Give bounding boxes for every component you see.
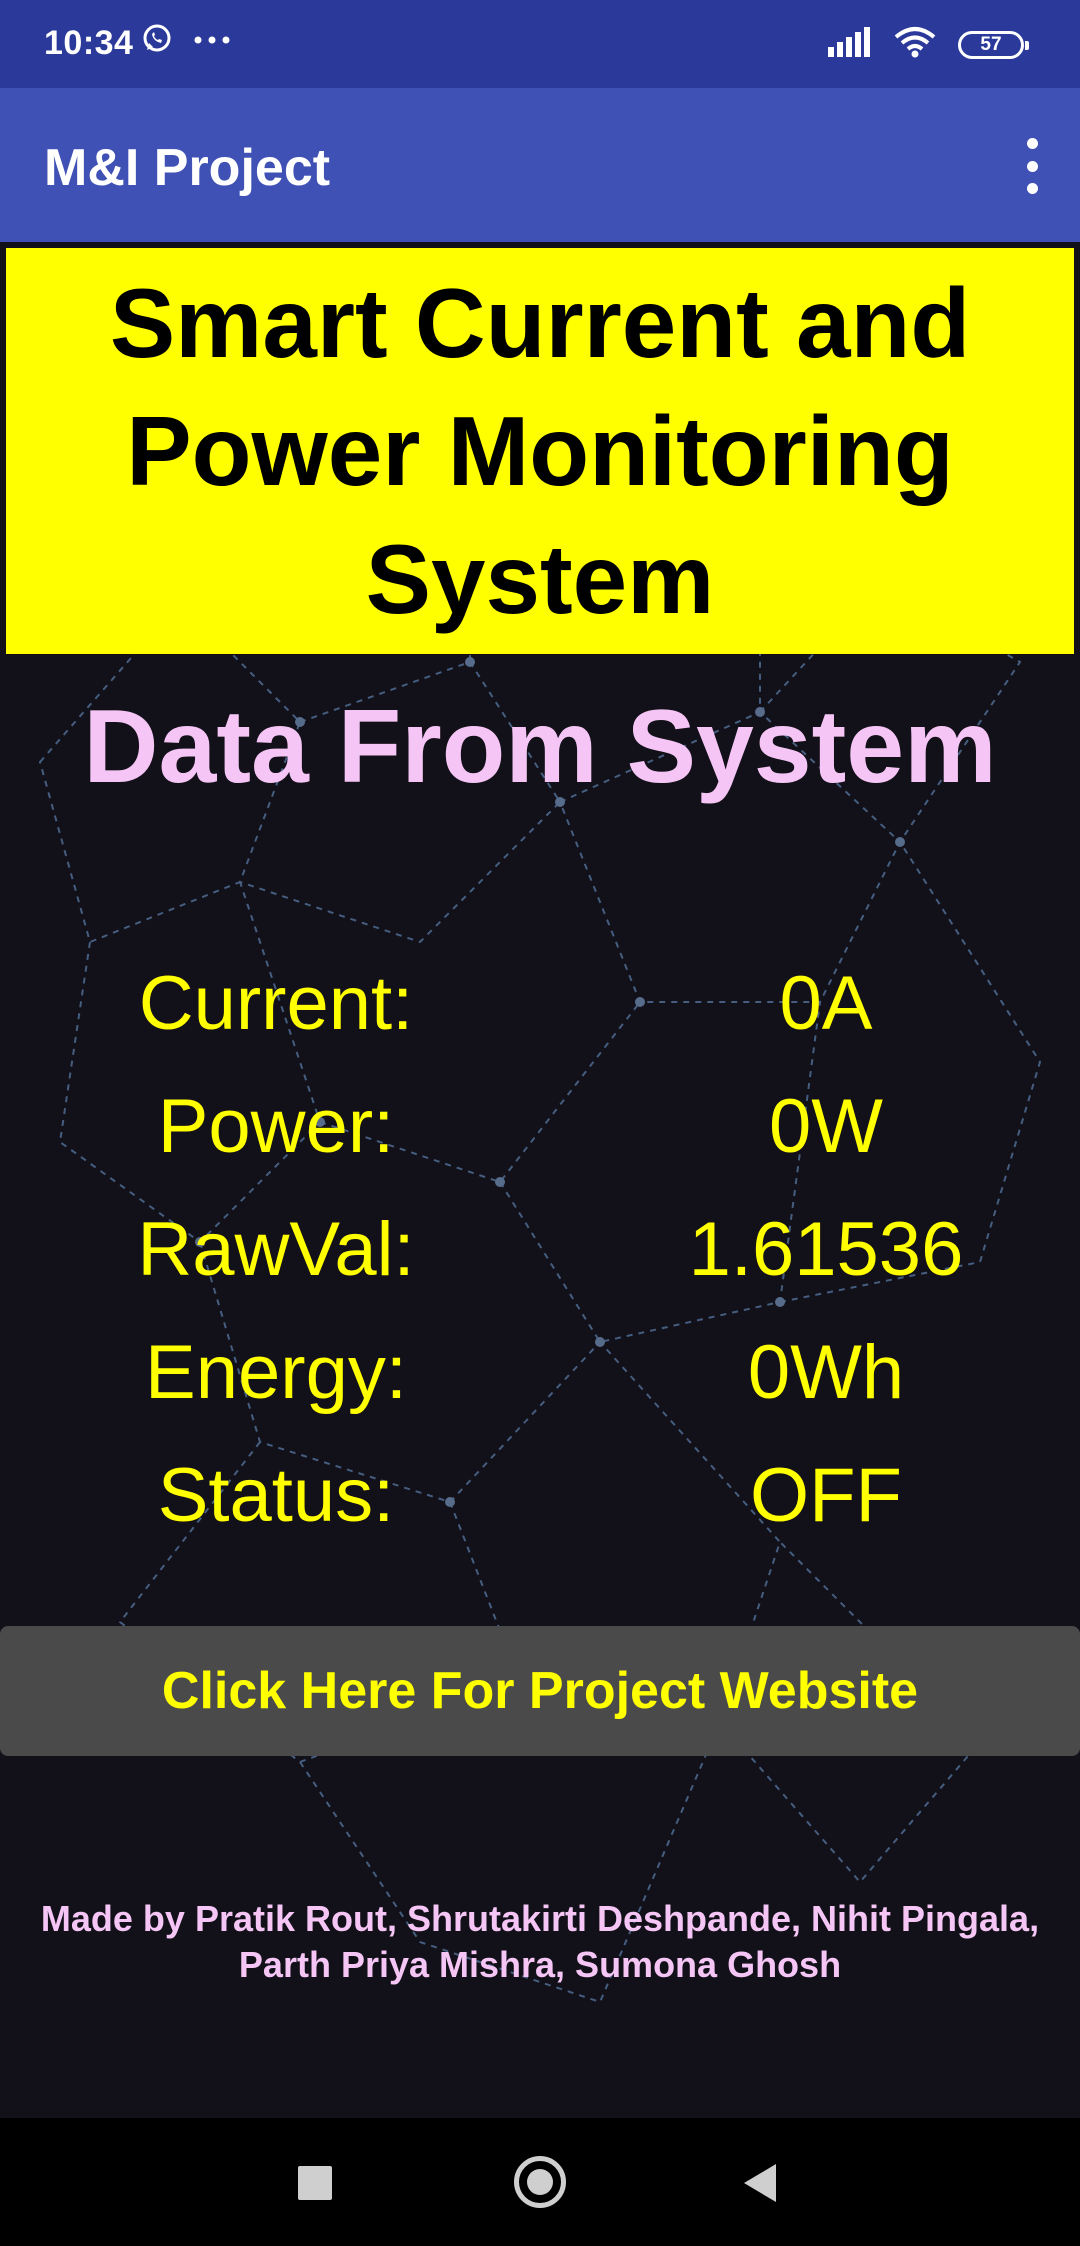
reading-row-status: Status: OFF xyxy=(0,1452,1080,1575)
app-title: M&I Project xyxy=(44,139,331,197)
more-dots-icon xyxy=(192,33,232,51)
reading-row-current: Current: 0A xyxy=(0,960,1080,1083)
readings-list: Current: 0A Power: 0W RawVal: 1.61536 En… xyxy=(0,960,1080,1575)
credits-text: Made by Pratik Rout, Shrutakirti Deshpan… xyxy=(40,1898,1040,1985)
reading-value: 0Wh xyxy=(747,1330,905,1415)
wifi-icon xyxy=(894,26,936,63)
whatsapp-icon xyxy=(140,22,174,61)
reading-row-energy: Energy: 0Wh xyxy=(0,1329,1080,1452)
reading-value: 0A xyxy=(779,961,873,1046)
overflow-menu-icon[interactable] xyxy=(1012,138,1052,194)
reading-label: Status: xyxy=(157,1453,395,1538)
reading-row-rawval: RawVal: 1.61536 xyxy=(0,1206,1080,1329)
reading-row-power: Power: 0W xyxy=(0,1083,1080,1206)
status-left-icons xyxy=(140,22,232,61)
status-time: 10:34 xyxy=(44,24,134,62)
data-section-heading: Data From System xyxy=(83,689,997,805)
reading-label: RawVal: xyxy=(137,1207,415,1292)
battery-icon: 57 xyxy=(958,30,1029,59)
app-bar: M&I Project xyxy=(0,88,1080,242)
reading-label: Current: xyxy=(138,961,414,1046)
system-title: Smart Current and Power Monitoring Syste… xyxy=(109,268,971,634)
status-bar: 10:34 57 xyxy=(0,0,1080,88)
app-screen: 10:34 57 M&I Project Smart Current and P… xyxy=(0,0,1080,2246)
signal-icon xyxy=(828,27,872,62)
navigation-bar xyxy=(0,2118,1080,2246)
recents-icon[interactable] xyxy=(298,2166,332,2200)
status-right-icons: 57 xyxy=(828,26,1029,63)
reading-label: Power: xyxy=(157,1084,395,1169)
reading-value: OFF xyxy=(750,1453,902,1538)
project-website-button[interactable]: Click Here For Project Website xyxy=(0,1626,1080,1756)
reading-value: 1.61536 xyxy=(688,1207,964,1292)
home-icon[interactable] xyxy=(514,2156,566,2208)
reading-label: Energy: xyxy=(145,1330,407,1415)
back-icon[interactable] xyxy=(744,2164,776,2202)
reading-value: 0W xyxy=(769,1084,883,1169)
title-banner: Smart Current and Power Monitoring Syste… xyxy=(6,248,1074,654)
